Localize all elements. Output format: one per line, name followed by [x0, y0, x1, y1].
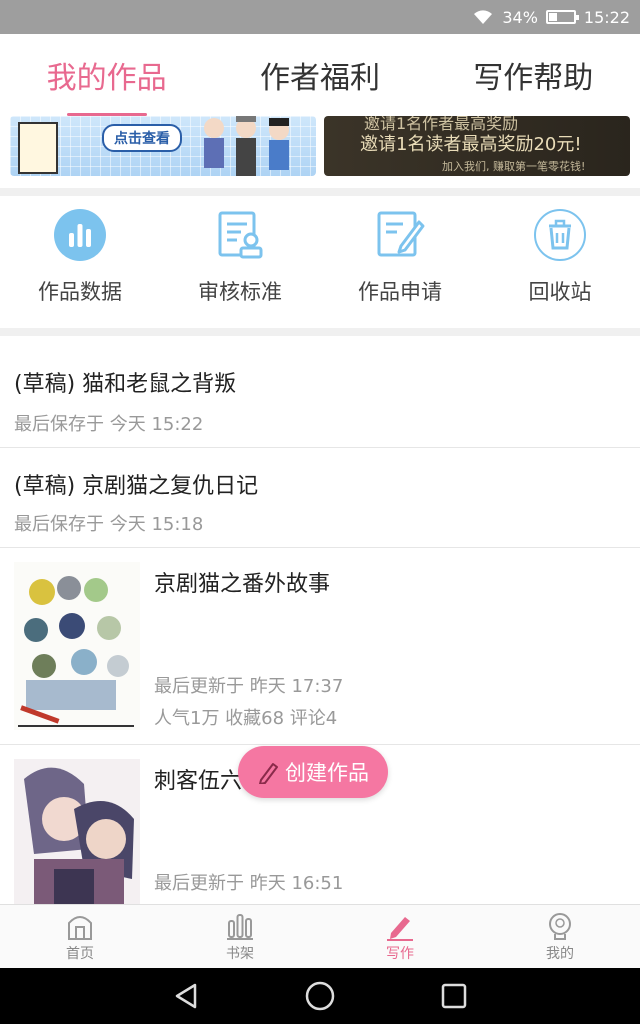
draft-title: (草稿) 猫和老鼠之背叛: [14, 372, 237, 397]
banner-carousel: 点击查看 邀请1名作者最高奖励 邀请1名读者最高奖励20元! 加入我们, 赚取第…: [0, 116, 640, 188]
status-bar: 34% 15:22: [0, 0, 640, 34]
banner-right[interactable]: 邀请1名作者最高奖励 邀请1名读者最高奖励20元! 加入我们, 赚取第一笔零花钱…: [324, 116, 630, 176]
draft-title: (草稿) 京剧猫之复仇日记: [14, 474, 259, 499]
nav-write[interactable]: 写作: [320, 905, 480, 969]
work-title: 刺客伍六: [154, 769, 243, 794]
back-icon[interactable]: [171, 981, 201, 1011]
work-updated-time: 最后更新于 昨天 17:37: [154, 676, 344, 697]
tab-author-benefits[interactable]: 作者福利: [213, 34, 426, 116]
create-work-button[interactable]: 创建作品: [238, 746, 388, 798]
menu-work-apply[interactable]: 作品申请: [320, 196, 480, 328]
recent-apps-icon[interactable]: [439, 981, 469, 1011]
menu-label: 作品数据: [38, 280, 122, 304]
work-item[interactable]: 京剧猫之番外故事 最后更新于 昨天 17:37 人气1万 收藏68 评论4: [0, 548, 640, 745]
nav-label: 书架: [226, 946, 254, 962]
divider: [0, 328, 640, 336]
nav-label: 我的: [546, 946, 574, 962]
work-cover-image: [14, 759, 140, 927]
profile-icon: [549, 913, 571, 940]
review-doc-icon: [218, 211, 263, 259]
battery-icon: [545, 10, 579, 24]
menu-recycle-bin[interactable]: 回收站: [480, 196, 640, 328]
bottom-nav: 首页 书架 写作 我的: [0, 904, 640, 969]
clock: 15:22: [583, 7, 630, 27]
people-illustration: [204, 116, 289, 176]
tab-my-works[interactable]: 我的作品: [0, 34, 213, 116]
banner-right-subtitle: 加入我们, 赚取第一笔零花钱!: [442, 160, 586, 173]
bar-chart-icon: [54, 209, 106, 261]
home-icon: [68, 916, 92, 940]
draft-saved-time: 最后保存于 今天 15:18: [14, 514, 204, 535]
menu-label: 回收站: [528, 280, 592, 304]
battery-percent: 34%: [502, 7, 538, 27]
tool-menu: 作品数据 审核标准 作品申请 回收站: [0, 196, 640, 328]
divider: [0, 188, 640, 196]
pencil-icon: [259, 763, 278, 784]
trash-icon: [534, 209, 586, 261]
system-nav-bar: [0, 968, 640, 1024]
checklist-illustration: [18, 122, 58, 174]
nav-home[interactable]: 首页: [0, 905, 160, 969]
work-stats: 人气1万 收藏68 评论4: [154, 708, 338, 729]
wifi-icon: [474, 10, 493, 24]
draft-saved-time: 最后保存于 今天 15:22: [14, 414, 204, 435]
work-cover-image: [14, 562, 140, 730]
banner-view-button[interactable]: 点击查看: [102, 124, 182, 152]
nav-label: 写作: [386, 946, 414, 962]
top-tabs: 我的作品 作者福利 写作帮助: [0, 34, 640, 116]
work-updated-time: 最后更新于 昨天 16:51: [154, 873, 344, 894]
menu-label: 作品申请: [358, 280, 442, 304]
create-work-label: 创建作品: [285, 761, 369, 785]
draft-item[interactable]: (草稿) 京剧猫之复仇日记 最后保存于 今天 15:18: [0, 448, 640, 548]
works-list: (草稿) 猫和老鼠之背叛 最后保存于 今天 15:22 (草稿) 京剧猫之复仇日…: [0, 336, 640, 942]
work-title: 京剧猫之番外故事: [154, 572, 331, 597]
nav-mine[interactable]: 我的: [480, 905, 640, 969]
nav-bookshelf[interactable]: 书架: [160, 905, 320, 969]
menu-label: 审核标准: [198, 280, 282, 304]
menu-work-data[interactable]: 作品数据: [0, 196, 160, 328]
banner-left[interactable]: 点击查看: [10, 116, 316, 176]
nav-label: 首页: [66, 946, 94, 962]
menu-review-standard[interactable]: 审核标准: [160, 196, 320, 328]
pen-icon: [387, 917, 413, 941]
draft-item[interactable]: (草稿) 猫和老鼠之背叛 最后保存于 今天 15:22: [0, 336, 640, 448]
banner-right-title: 邀请1名读者最高奖励20元!: [360, 134, 582, 155]
bookshelf-icon: [227, 914, 253, 940]
home-circle-icon[interactable]: [304, 980, 336, 1012]
tab-writing-help[interactable]: 写作帮助: [427, 34, 640, 116]
edit-doc-icon: [377, 211, 425, 257]
